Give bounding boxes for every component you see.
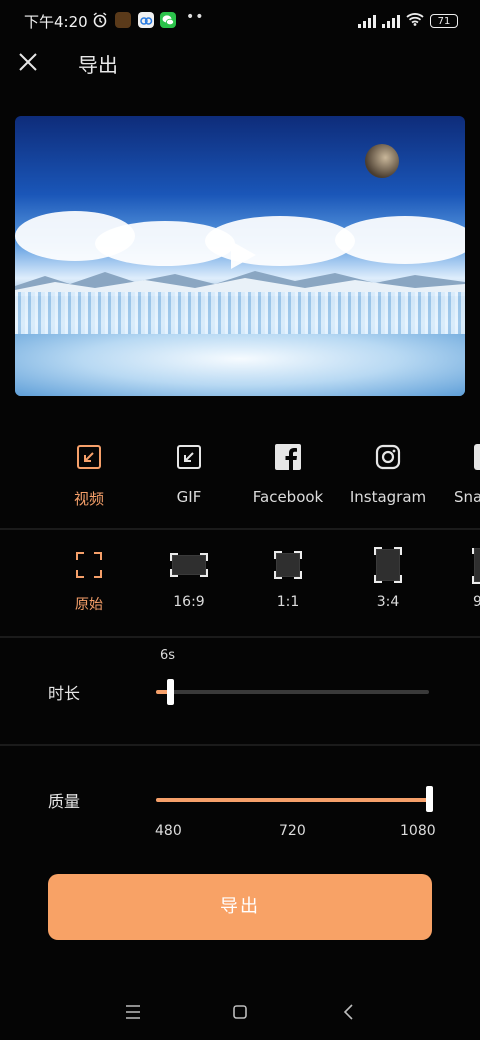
wechat-icon <box>160 12 176 28</box>
duration-label: 时长 <box>48 684 81 703</box>
quality-tick: 720 <box>279 823 306 839</box>
export-type-row: 视频 GIF Facebook Instagram Sna <box>0 440 480 520</box>
export-type-video[interactable]: 视频 <box>39 440 139 509</box>
more-notifications-icon: •• <box>186 9 205 25</box>
divider <box>0 636 480 638</box>
export-type-label: Sna <box>454 488 480 506</box>
instagram-icon <box>375 444 401 470</box>
ratio-1-1[interactable]: 1:1 <box>243 548 333 610</box>
divider <box>0 744 480 746</box>
ratio-original[interactable]: 原始 <box>44 548 134 614</box>
cloud-graphic <box>335 216 465 264</box>
menu-nav-button[interactable] <box>118 1000 148 1024</box>
back-nav-button[interactable] <box>334 1000 364 1024</box>
export-type-facebook[interactable]: Facebook <box>238 440 338 506</box>
ratio-3-4[interactable]: 3:4 <box>343 547 433 610</box>
quality-slider[interactable] <box>156 798 429 802</box>
export-type-snapchat[interactable]: Sna <box>440 440 480 506</box>
home-nav-button[interactable] <box>225 1000 255 1024</box>
ratio-label: 16:9 <box>173 594 205 610</box>
export-type-label: Instagram <box>349 488 427 506</box>
wifi-icon <box>406 11 424 30</box>
quality-label: 质量 <box>48 792 81 811</box>
duration-slider[interactable] <box>156 690 429 694</box>
page-title: 导出 <box>78 53 118 77</box>
moon-graphic <box>365 144 399 178</box>
mist-graphic <box>15 334 465 396</box>
status-bar: 下午4:20 •• 71 <box>0 0 480 40</box>
system-nav-bar <box>0 990 480 1034</box>
quality-slider-fill <box>156 798 429 802</box>
status-time: 下午4:20 <box>24 13 88 31</box>
divider <box>0 528 480 530</box>
video-preview[interactable] <box>15 116 465 396</box>
ratio-label: 原始 <box>75 597 103 613</box>
ratio-label: 1:1 <box>276 594 300 610</box>
app-notification-icon <box>138 12 154 28</box>
export-gif-icon <box>177 445 201 469</box>
quality-slider-thumb[interactable] <box>426 786 433 812</box>
facebook-icon <box>275 444 301 470</box>
export-type-label: 视频 <box>73 490 104 508</box>
snapchat-icon <box>474 444 480 470</box>
duration-value: 6s <box>160 648 176 663</box>
ratio-9-16-icon <box>472 548 480 584</box>
quality-tick: 480 <box>155 823 182 839</box>
close-button[interactable] <box>14 48 42 76</box>
back-icon <box>343 1004 353 1020</box>
export-type-label: Facebook <box>252 488 324 506</box>
crop-original-icon <box>76 552 102 578</box>
close-icon <box>19 53 37 71</box>
export-type-gif[interactable]: GIF <box>139 440 239 506</box>
play-icon[interactable] <box>228 239 258 271</box>
export-type-instagram[interactable]: Instagram <box>338 440 438 506</box>
ratio-9-16[interactable]: 9 <box>440 548 480 610</box>
export-type-label: GIF <box>176 488 202 506</box>
aspect-ratio-row: 原始 16:9 1:1 3:4 9 <box>0 547 480 618</box>
alarm-icon <box>92 12 108 28</box>
duration-slider-thumb[interactable] <box>166 679 174 705</box>
menu-icon <box>126 1005 140 1019</box>
home-icon <box>233 1005 247 1019</box>
ratio-3-4-icon <box>374 547 402 583</box>
ratio-16-9[interactable]: 16:9 <box>144 548 234 610</box>
top-bar: 导出 <box>0 40 480 84</box>
ratio-16-9-icon <box>170 553 208 577</box>
signal-icon <box>358 14 376 28</box>
signal-icon <box>382 14 400 28</box>
export-button[interactable]: 导出 <box>48 874 432 940</box>
ratio-1-1-icon <box>274 551 302 579</box>
status-icons: 71 <box>358 11 458 30</box>
export-video-icon <box>77 445 101 469</box>
ratio-label: 9 <box>473 594 480 610</box>
quality-tick: 1080 <box>400 823 436 839</box>
app-notification-icon <box>115 12 131 28</box>
battery-icon: 71 <box>430 13 458 28</box>
ratio-label: 3:4 <box>376 594 400 610</box>
